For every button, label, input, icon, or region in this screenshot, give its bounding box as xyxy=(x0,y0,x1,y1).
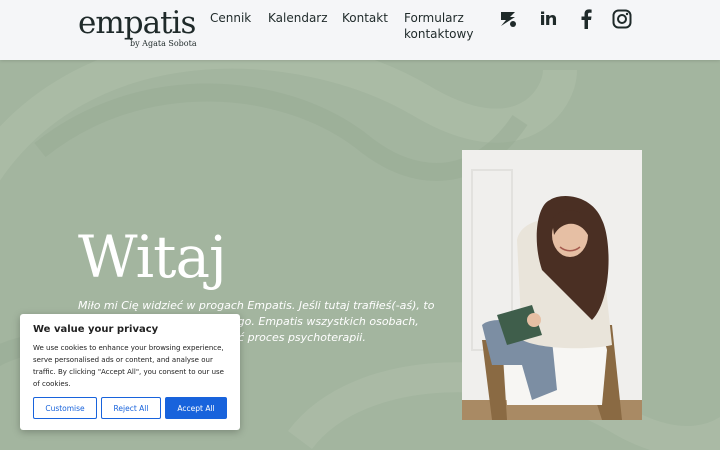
therapist-photo xyxy=(462,150,642,420)
logo-tagline: by Agata Sobota xyxy=(130,39,197,48)
nav-pricing-link[interactable]: Cennik xyxy=(210,10,251,26)
nav-contact-form-line1: Formularz xyxy=(404,11,464,25)
cookie-consent-banner: We value your privacy We use cookies to … xyxy=(20,314,240,430)
site-header: empatis by Agata Sobota Cennik Kalendarz… xyxy=(0,0,720,60)
cookie-description: We use cookies to enhance your browsing … xyxy=(33,344,224,388)
nav-contact-form-link[interactable]: Formularz kontaktowy xyxy=(404,10,474,42)
hero-title: Witaj xyxy=(78,223,227,291)
customise-button[interactable]: Customise xyxy=(33,397,97,419)
nav-calendar-link[interactable]: Kalendarz xyxy=(268,10,328,26)
logo-wordmark: empatis xyxy=(78,5,196,41)
reject-all-button[interactable]: Reject All xyxy=(101,397,161,419)
instagram-icon[interactable] xyxy=(611,8,633,30)
nav-contact-form-line2: kontaktowy xyxy=(404,27,474,41)
nav-contact-link[interactable]: Kontakt xyxy=(342,10,388,26)
logo[interactable]: empatis by Agata Sobota xyxy=(78,5,198,50)
linkedin-glyph: in xyxy=(539,8,558,30)
znanylekarz-icon[interactable] xyxy=(497,8,519,30)
facebook-icon[interactable] xyxy=(575,8,597,30)
linkedin-icon[interactable]: in xyxy=(537,8,559,30)
accept-all-button[interactable]: Accept All xyxy=(165,397,227,419)
cookie-title: We value your privacy xyxy=(33,324,159,335)
